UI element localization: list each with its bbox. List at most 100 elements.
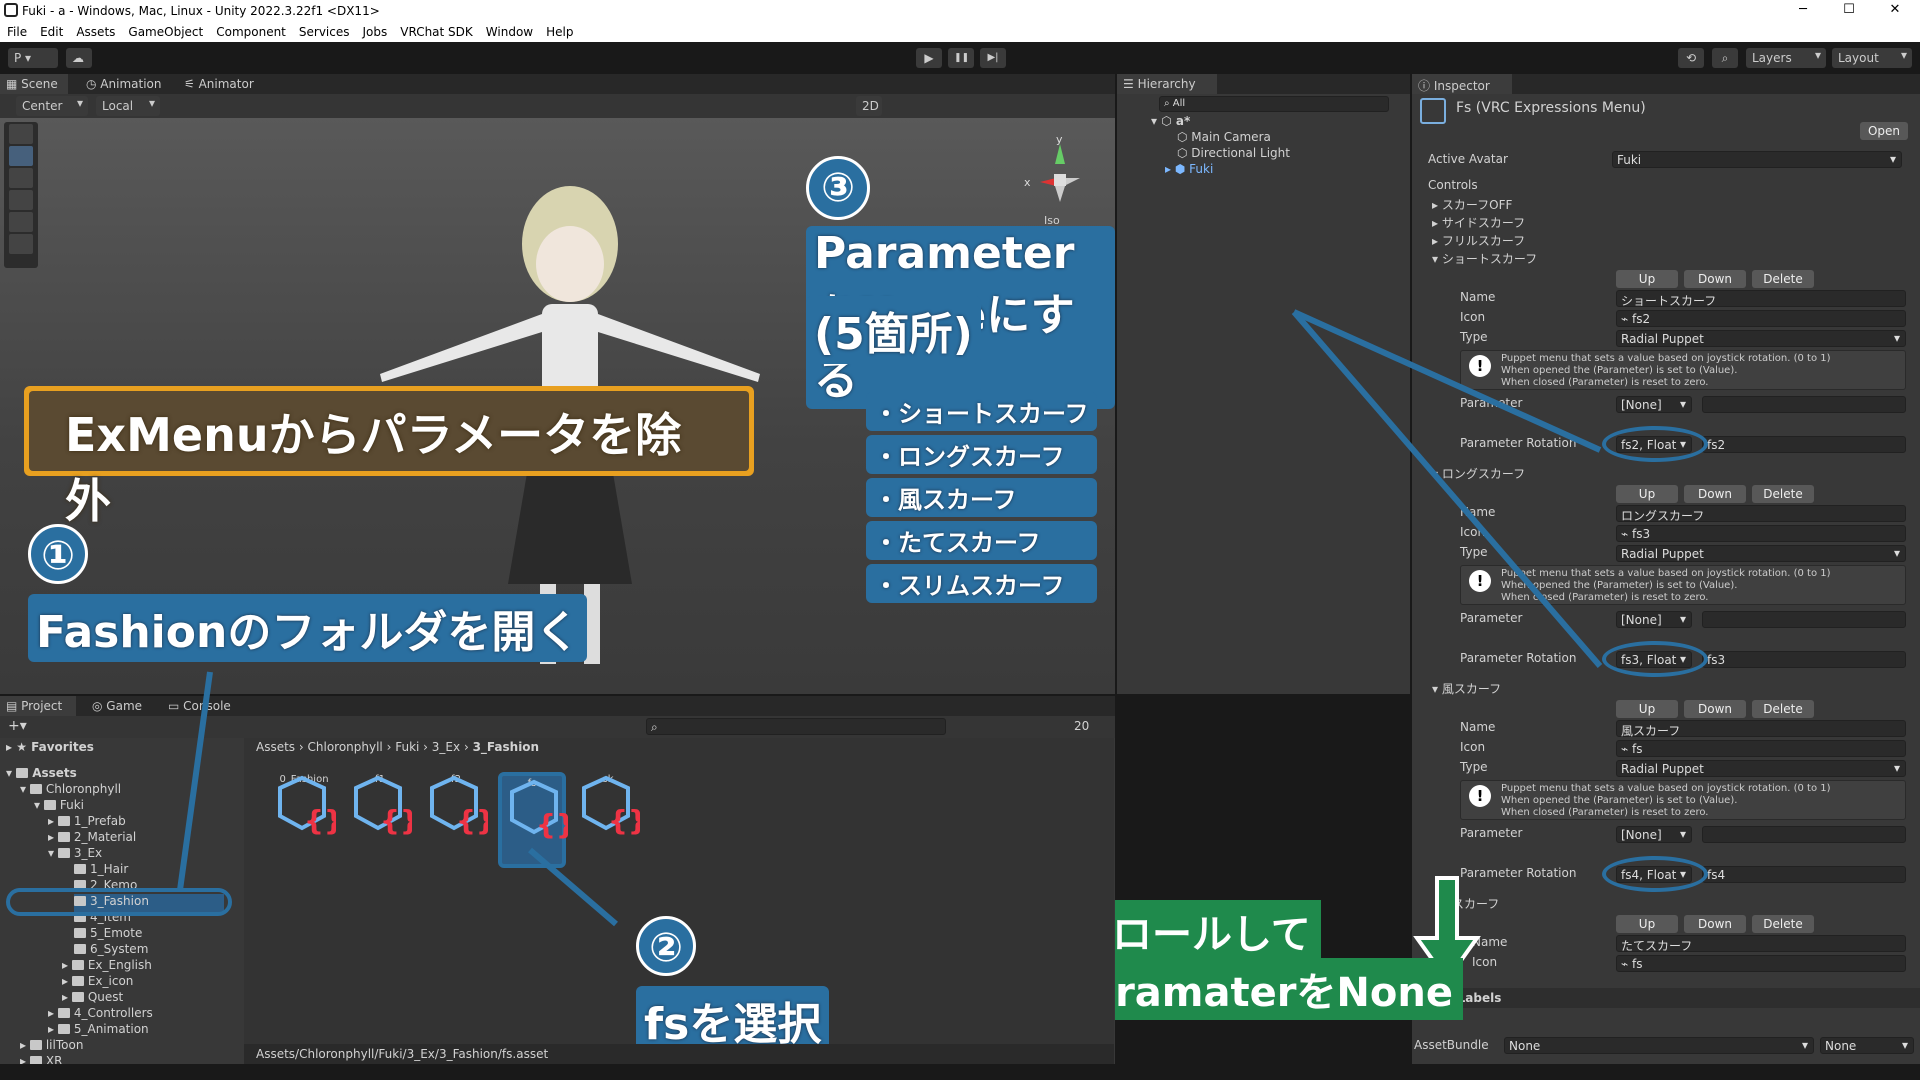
control-foldout[interactable]: ▸ スカーフOFF: [1432, 196, 1512, 214]
up-button[interactable]: Up: [1616, 270, 1678, 288]
delete-button[interactable]: Delete: [1752, 270, 1814, 288]
layout-dropdown[interactable]: Layout: [1832, 48, 1912, 68]
icon-field[interactable]: ⌁ fs3: [1616, 525, 1906, 542]
hierarchy-item-fuki[interactable]: ▸ ⬢ Fuki: [1165, 162, 1213, 180]
asset-bundle-dropdown[interactable]: None: [1504, 1037, 1814, 1054]
breadcrumb-item[interactable]: Fuki: [395, 740, 419, 754]
pause-button[interactable]: ❚❚: [948, 48, 974, 68]
menu-window[interactable]: Window: [479, 22, 539, 39]
breadcrumb-item[interactable]: Assets: [256, 740, 295, 754]
menu-services[interactable]: Services: [292, 22, 356, 39]
search-icon[interactable]: ⌕: [1712, 48, 1738, 68]
cloud-icon[interactable]: ☁: [66, 48, 92, 68]
asset-item[interactable]: {}f1: [346, 772, 414, 868]
control-foldout[interactable]: ▾ ロングスカーフ: [1432, 465, 1525, 483]
history-icon[interactable]: ⟲: [1678, 48, 1704, 68]
menu-file[interactable]: File: [0, 22, 33, 39]
rotate-tool-icon[interactable]: [9, 168, 33, 188]
tab-animation[interactable]: ◷ Animation: [80, 74, 170, 94]
space-dropdown[interactable]: Local: [96, 96, 160, 116]
parameter-dropdown[interactable]: [None]: [1616, 826, 1692, 843]
project-search-input[interactable]: ⌕: [646, 718, 946, 735]
tab-inspector[interactable]: ⓘ Inspector: [1412, 74, 1512, 94]
active-avatar-dropdown[interactable]: Fuki: [1612, 151, 1902, 168]
down-button[interactable]: Down: [1684, 270, 1746, 288]
move-tool-icon[interactable]: [9, 146, 33, 166]
up-button[interactable]: Up: [1616, 915, 1678, 933]
delete-button[interactable]: Delete: [1752, 700, 1814, 718]
hidden-count[interactable]: 20: [1074, 719, 1089, 733]
tab-hierarchy[interactable]: ☰ Hierarchy: [1117, 74, 1217, 94]
menu-vrchat-sdk[interactable]: VRChat SDK: [393, 22, 479, 39]
name-field[interactable]: たてスカーフ: [1616, 935, 1906, 953]
menu-jobs[interactable]: Jobs: [356, 22, 394, 39]
name-field[interactable]: 風スカーフ: [1616, 720, 1906, 738]
down-button[interactable]: Down: [1684, 700, 1746, 718]
delete-button[interactable]: Delete: [1752, 915, 1814, 933]
asset-item[interactable]: {}sk: [574, 772, 642, 868]
menu-gameobject[interactable]: GameObject: [121, 22, 209, 39]
icon-field[interactable]: ⌁ fs: [1616, 955, 1906, 972]
down-button[interactable]: Down: [1684, 485, 1746, 503]
name-field[interactable]: ショートスカーフ: [1616, 290, 1906, 308]
control-foldout[interactable]: ▾ ショートスカーフ: [1432, 250, 1537, 268]
control-foldout[interactable]: ▸ サイドスカーフ: [1432, 214, 1525, 232]
breadcrumb-item[interactable]: 3_Fashion: [473, 740, 540, 754]
parameter-dropdown[interactable]: [None]: [1616, 611, 1692, 628]
asset-bundle-variant-dropdown[interactable]: None: [1820, 1037, 1914, 1054]
transform-tool-icon[interactable]: [9, 234, 33, 254]
parameter-value[interactable]: [1702, 611, 1906, 628]
down-button[interactable]: Down: [1684, 915, 1746, 933]
tree-item[interactable]: ▸ XR: [20, 1054, 62, 1064]
parameter-value[interactable]: [1702, 396, 1906, 413]
parameter-dropdown[interactable]: [None]: [1616, 396, 1692, 413]
play-button[interactable]: ▶: [916, 48, 942, 68]
up-button[interactable]: Up: [1616, 485, 1678, 503]
param-rot-value[interactable]: fs2: [1702, 436, 1906, 453]
param-rot-value[interactable]: fs4: [1702, 866, 1906, 883]
param-rot-value[interactable]: fs3: [1702, 651, 1906, 668]
rect-tool-icon[interactable]: [9, 212, 33, 232]
tab-console[interactable]: ▭ Console: [162, 696, 242, 716]
delete-button[interactable]: Delete: [1752, 485, 1814, 503]
scale-tool-icon[interactable]: [9, 190, 33, 210]
name-field[interactable]: ロングスカーフ: [1616, 505, 1906, 523]
menu-assets[interactable]: Assets: [69, 22, 121, 39]
favorites-item[interactable]: ▸ ★ Favorites: [6, 740, 94, 758]
icon-field[interactable]: ⌁ fs2: [1616, 310, 1906, 327]
pivot-dropdown[interactable]: Center: [16, 96, 88, 116]
asset-labels-header[interactable]: Asset Labels: [1412, 988, 1920, 1008]
control-foldout[interactable]: ▾ 風スカーフ: [1432, 680, 1501, 698]
tab-animator[interactable]: ⚟ Animator: [178, 74, 268, 94]
minimize-button[interactable]: ─: [1788, 2, 1818, 17]
hand-tool-icon[interactable]: [9, 124, 33, 144]
scene-view[interactable]: ▦ Scene ◷ Animation ⚟ Animator Center Lo…: [0, 74, 1115, 694]
2d-toggle[interactable]: 2D: [856, 96, 882, 116]
menu-component[interactable]: Component: [209, 22, 292, 39]
asset-item-selected[interactable]: {}fs: [498, 772, 568, 868]
menu-edit[interactable]: Edit: [33, 22, 69, 39]
control-foldout[interactable]: ▸ フリルスカーフ: [1432, 232, 1525, 250]
tab-project[interactable]: ▤ Project: [0, 696, 76, 716]
type-dropdown[interactable]: Radial Puppet: [1616, 545, 1906, 562]
icon-field[interactable]: ⌁ fs: [1616, 740, 1906, 757]
maximize-button[interactable]: ☐: [1834, 2, 1864, 17]
add-icon[interactable]: +▾: [8, 718, 27, 734]
layers-dropdown[interactable]: Layers: [1746, 48, 1826, 68]
type-dropdown[interactable]: Radial Puppet: [1616, 760, 1906, 777]
breadcrumb-item[interactable]: Chloronphyll: [308, 740, 383, 754]
asset-item[interactable]: {}0_Fashion: [270, 772, 338, 868]
tab-scene[interactable]: ▦ Scene: [0, 74, 68, 94]
parameter-value[interactable]: [1702, 826, 1906, 843]
account-button[interactable]: P ▾: [8, 48, 58, 68]
close-button[interactable]: ✕: [1880, 2, 1910, 17]
tab-game[interactable]: ◎ Game: [86, 696, 156, 716]
type-dropdown[interactable]: Radial Puppet: [1616, 330, 1906, 347]
open-button[interactable]: Open: [1860, 122, 1908, 140]
step-button[interactable]: ▶|: [980, 48, 1006, 68]
menu-help[interactable]: Help: [539, 22, 579, 39]
asset-item[interactable]: {}f2: [422, 772, 490, 868]
up-button[interactable]: Up: [1616, 700, 1678, 718]
hierarchy-search-input[interactable]: ⌕ All: [1159, 96, 1389, 112]
breadcrumb-item[interactable]: 3_Ex: [432, 740, 460, 754]
